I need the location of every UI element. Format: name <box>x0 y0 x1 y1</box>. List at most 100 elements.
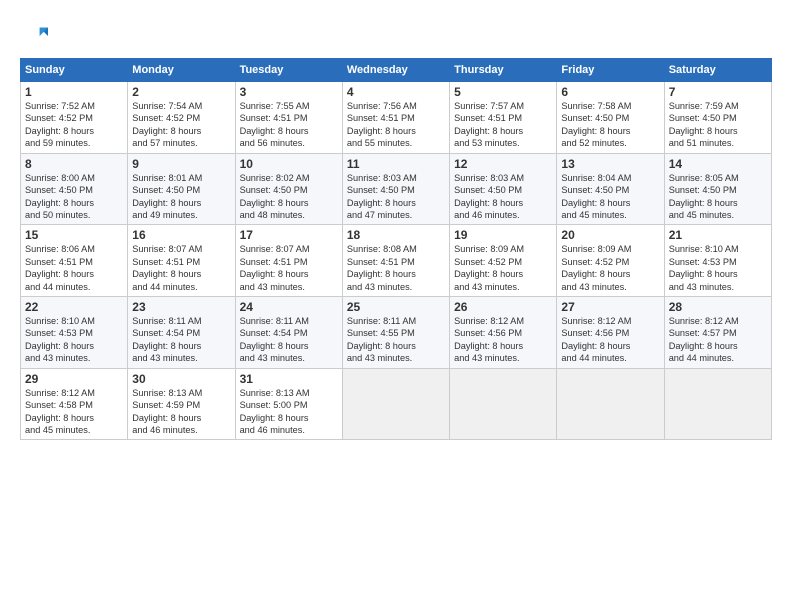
calendar-cell: 19Sunrise: 8:09 AM Sunset: 4:52 PM Dayli… <box>450 225 557 297</box>
calendar-cell: 27Sunrise: 8:12 AM Sunset: 4:56 PM Dayli… <box>557 297 664 369</box>
calendar-week-row: 8Sunrise: 8:00 AM Sunset: 4:50 PM Daylig… <box>21 153 772 225</box>
calendar-cell: 18Sunrise: 8:08 AM Sunset: 4:51 PM Dayli… <box>342 225 449 297</box>
day-number: 29 <box>25 372 123 386</box>
calendar-week-row: 1Sunrise: 7:52 AM Sunset: 4:52 PM Daylig… <box>21 82 772 154</box>
day-info: Sunrise: 8:12 AM Sunset: 4:56 PM Dayligh… <box>454 315 552 365</box>
day-info: Sunrise: 8:04 AM Sunset: 4:50 PM Dayligh… <box>561 172 659 222</box>
day-number: 16 <box>132 228 230 242</box>
day-info: Sunrise: 8:03 AM Sunset: 4:50 PM Dayligh… <box>454 172 552 222</box>
day-info: Sunrise: 8:13 AM Sunset: 5:00 PM Dayligh… <box>240 387 338 437</box>
day-info: Sunrise: 8:02 AM Sunset: 4:50 PM Dayligh… <box>240 172 338 222</box>
header <box>20 18 772 50</box>
day-number: 5 <box>454 85 552 99</box>
day-info: Sunrise: 8:01 AM Sunset: 4:50 PM Dayligh… <box>132 172 230 222</box>
day-info: Sunrise: 7:56 AM Sunset: 4:51 PM Dayligh… <box>347 100 445 150</box>
day-number: 4 <box>347 85 445 99</box>
day-number: 24 <box>240 300 338 314</box>
day-info: Sunrise: 8:09 AM Sunset: 4:52 PM Dayligh… <box>454 243 552 293</box>
day-info: Sunrise: 8:11 AM Sunset: 4:54 PM Dayligh… <box>240 315 338 365</box>
day-info: Sunrise: 8:12 AM Sunset: 4:56 PM Dayligh… <box>561 315 659 365</box>
calendar-cell: 23Sunrise: 8:11 AM Sunset: 4:54 PM Dayli… <box>128 297 235 369</box>
day-info: Sunrise: 7:54 AM Sunset: 4:52 PM Dayligh… <box>132 100 230 150</box>
calendar-cell: 16Sunrise: 8:07 AM Sunset: 4:51 PM Dayli… <box>128 225 235 297</box>
calendar-header-thursday: Thursday <box>450 59 557 82</box>
calendar-cell: 11Sunrise: 8:03 AM Sunset: 4:50 PM Dayli… <box>342 153 449 225</box>
day-info: Sunrise: 7:58 AM Sunset: 4:50 PM Dayligh… <box>561 100 659 150</box>
calendar-cell: 10Sunrise: 8:02 AM Sunset: 4:50 PM Dayli… <box>235 153 342 225</box>
calendar-cell: 31Sunrise: 8:13 AM Sunset: 5:00 PM Dayli… <box>235 368 342 440</box>
calendar-header-row: SundayMondayTuesdayWednesdayThursdayFrid… <box>21 59 772 82</box>
day-number: 25 <box>347 300 445 314</box>
day-info: Sunrise: 7:55 AM Sunset: 4:51 PM Dayligh… <box>240 100 338 150</box>
day-number: 11 <box>347 157 445 171</box>
day-number: 30 <box>132 372 230 386</box>
day-info: Sunrise: 8:03 AM Sunset: 4:50 PM Dayligh… <box>347 172 445 222</box>
calendar-cell: 28Sunrise: 8:12 AM Sunset: 4:57 PM Dayli… <box>664 297 771 369</box>
calendar-cell <box>557 368 664 440</box>
day-number: 14 <box>669 157 767 171</box>
day-info: Sunrise: 7:57 AM Sunset: 4:51 PM Dayligh… <box>454 100 552 150</box>
calendar-cell: 6Sunrise: 7:58 AM Sunset: 4:50 PM Daylig… <box>557 82 664 154</box>
day-info: Sunrise: 8:10 AM Sunset: 4:53 PM Dayligh… <box>25 315 123 365</box>
calendar-cell: 20Sunrise: 8:09 AM Sunset: 4:52 PM Dayli… <box>557 225 664 297</box>
calendar-header-sunday: Sunday <box>21 59 128 82</box>
calendar-cell: 4Sunrise: 7:56 AM Sunset: 4:51 PM Daylig… <box>342 82 449 154</box>
day-number: 17 <box>240 228 338 242</box>
calendar-cell: 29Sunrise: 8:12 AM Sunset: 4:58 PM Dayli… <box>21 368 128 440</box>
calendar-cell: 1Sunrise: 7:52 AM Sunset: 4:52 PM Daylig… <box>21 82 128 154</box>
day-number: 15 <box>25 228 123 242</box>
calendar-week-row: 22Sunrise: 8:10 AM Sunset: 4:53 PM Dayli… <box>21 297 772 369</box>
calendar-cell: 15Sunrise: 8:06 AM Sunset: 4:51 PM Dayli… <box>21 225 128 297</box>
calendar-week-row: 15Sunrise: 8:06 AM Sunset: 4:51 PM Dayli… <box>21 225 772 297</box>
day-number: 28 <box>669 300 767 314</box>
day-number: 8 <box>25 157 123 171</box>
calendar-cell: 24Sunrise: 8:11 AM Sunset: 4:54 PM Dayli… <box>235 297 342 369</box>
day-info: Sunrise: 8:00 AM Sunset: 4:50 PM Dayligh… <box>25 172 123 222</box>
day-number: 27 <box>561 300 659 314</box>
calendar-cell: 12Sunrise: 8:03 AM Sunset: 4:50 PM Dayli… <box>450 153 557 225</box>
day-number: 9 <box>132 157 230 171</box>
day-info: Sunrise: 8:10 AM Sunset: 4:53 PM Dayligh… <box>669 243 767 293</box>
day-info: Sunrise: 8:12 AM Sunset: 4:57 PM Dayligh… <box>669 315 767 365</box>
calendar-cell: 17Sunrise: 8:07 AM Sunset: 4:51 PM Dayli… <box>235 225 342 297</box>
day-info: Sunrise: 8:06 AM Sunset: 4:51 PM Dayligh… <box>25 243 123 293</box>
calendar-table: SundayMondayTuesdayWednesdayThursdayFrid… <box>20 58 772 440</box>
day-info: Sunrise: 8:09 AM Sunset: 4:52 PM Dayligh… <box>561 243 659 293</box>
day-number: 21 <box>669 228 767 242</box>
day-number: 6 <box>561 85 659 99</box>
calendar-cell: 3Sunrise: 7:55 AM Sunset: 4:51 PM Daylig… <box>235 82 342 154</box>
day-info: Sunrise: 8:07 AM Sunset: 4:51 PM Dayligh… <box>240 243 338 293</box>
logo <box>20 22 52 50</box>
day-info: Sunrise: 8:11 AM Sunset: 4:54 PM Dayligh… <box>132 315 230 365</box>
calendar-cell: 13Sunrise: 8:04 AM Sunset: 4:50 PM Dayli… <box>557 153 664 225</box>
calendar-header-monday: Monday <box>128 59 235 82</box>
calendar-cell: 2Sunrise: 7:54 AM Sunset: 4:52 PM Daylig… <box>128 82 235 154</box>
day-number: 22 <box>25 300 123 314</box>
calendar-cell: 30Sunrise: 8:13 AM Sunset: 4:59 PM Dayli… <box>128 368 235 440</box>
calendar-cell: 25Sunrise: 8:11 AM Sunset: 4:55 PM Dayli… <box>342 297 449 369</box>
calendar-header-friday: Friday <box>557 59 664 82</box>
day-number: 13 <box>561 157 659 171</box>
day-number: 31 <box>240 372 338 386</box>
day-number: 10 <box>240 157 338 171</box>
calendar-header-tuesday: Tuesday <box>235 59 342 82</box>
calendar-header-saturday: Saturday <box>664 59 771 82</box>
calendar-cell <box>342 368 449 440</box>
day-info: Sunrise: 8:11 AM Sunset: 4:55 PM Dayligh… <box>347 315 445 365</box>
day-number: 7 <box>669 85 767 99</box>
day-info: Sunrise: 8:12 AM Sunset: 4:58 PM Dayligh… <box>25 387 123 437</box>
day-number: 3 <box>240 85 338 99</box>
calendar-cell: 26Sunrise: 8:12 AM Sunset: 4:56 PM Dayli… <box>450 297 557 369</box>
page: SundayMondayTuesdayWednesdayThursdayFrid… <box>0 0 792 612</box>
day-info: Sunrise: 8:13 AM Sunset: 4:59 PM Dayligh… <box>132 387 230 437</box>
day-number: 12 <box>454 157 552 171</box>
day-number: 20 <box>561 228 659 242</box>
calendar-cell <box>450 368 557 440</box>
calendar-cell: 21Sunrise: 8:10 AM Sunset: 4:53 PM Dayli… <box>664 225 771 297</box>
calendar-cell: 9Sunrise: 8:01 AM Sunset: 4:50 PM Daylig… <box>128 153 235 225</box>
day-info: Sunrise: 7:52 AM Sunset: 4:52 PM Dayligh… <box>25 100 123 150</box>
day-info: Sunrise: 8:07 AM Sunset: 4:51 PM Dayligh… <box>132 243 230 293</box>
logo-icon <box>20 22 48 50</box>
day-number: 23 <box>132 300 230 314</box>
calendar-cell: 5Sunrise: 7:57 AM Sunset: 4:51 PM Daylig… <box>450 82 557 154</box>
